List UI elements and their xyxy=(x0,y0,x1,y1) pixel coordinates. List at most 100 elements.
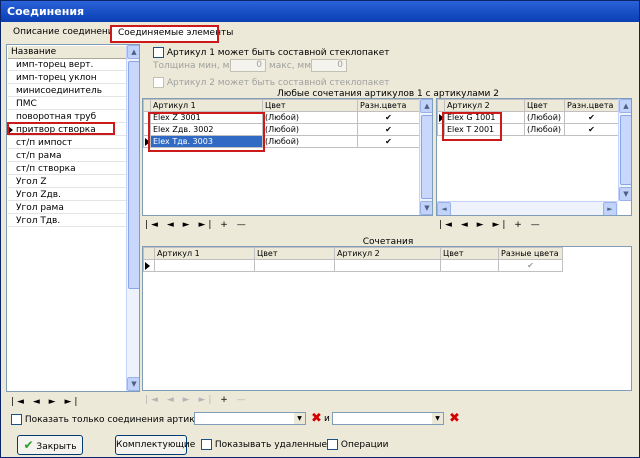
art1-composite-option[interactable]: Артикул 1 может быть составной стеклопак… xyxy=(153,47,390,58)
next-record-icon[interactable]: ► xyxy=(477,220,487,230)
clear-filter2-icon[interactable]: ✖ xyxy=(449,412,460,425)
first-record-icon[interactable]: |◄ xyxy=(145,395,161,405)
last-record-icon[interactable]: ►| xyxy=(198,220,214,230)
art2-composite-checkbox[interactable] xyxy=(153,77,164,88)
col-article2[interactable]: Артикул 2 xyxy=(334,247,441,260)
clear-filter1-icon[interactable]: ✖ xyxy=(311,412,322,425)
first-record-icon[interactable]: |◄ xyxy=(145,220,161,230)
col-diff-colors[interactable]: Разн.цвета xyxy=(564,99,619,112)
last-record-icon[interactable]: ►| xyxy=(198,395,214,405)
delete-record-icon[interactable]: — xyxy=(237,395,249,405)
scroll-thumb[interactable] xyxy=(421,115,432,199)
art1-table-panel[interactable]: Артикул 1 Цвет Разн.цвета Elex Z 3001 (Л… xyxy=(142,98,433,216)
table-row[interactable]: ✔ xyxy=(143,259,563,272)
cell-article1[interactable] xyxy=(154,259,255,272)
cell-color[interactable]: (Любой) xyxy=(524,123,565,136)
list-item[interactable]: ст/п створка xyxy=(8,163,126,175)
thickness-min-field[interactable]: 0 xyxy=(230,59,266,72)
art1-scrollbar[interactable]: ▲ ▼ xyxy=(419,99,432,215)
prev-record-icon[interactable]: ◄ xyxy=(167,220,177,230)
cell-diff-check[interactable]: ✔ xyxy=(498,259,563,272)
list-item[interactable]: Угол рама xyxy=(8,202,126,214)
cell-diff-check[interactable]: ✔ xyxy=(357,135,420,148)
scroll-down-icon[interactable]: ▼ xyxy=(420,201,432,215)
scroll-thumb[interactable] xyxy=(128,61,139,289)
cell-color[interactable]: (Любой) xyxy=(524,111,565,124)
cell-article2[interactable] xyxy=(334,259,441,272)
prev-record-icon[interactable]: ◄ xyxy=(33,397,43,407)
art2-table-panel[interactable]: Артикул 2 Цвет Разн.цвета Elex G 1001 (Л… xyxy=(436,98,632,216)
next-record-icon[interactable]: ► xyxy=(183,395,193,405)
art2-hscrollbar[interactable]: ◄ ► xyxy=(437,201,618,215)
next-record-icon[interactable]: ► xyxy=(49,397,59,407)
cell-article[interactable]: Elex T 2001 xyxy=(444,123,525,136)
operations-option[interactable]: Операции xyxy=(327,439,388,450)
scroll-up-icon[interactable]: ▲ xyxy=(127,45,139,59)
art2-navigator[interactable]: |◄ ◄ ► ►| + — xyxy=(439,220,543,230)
show-deleted-checkbox[interactable] xyxy=(201,439,212,450)
cell-article[interactable]: Elex Z 3001 xyxy=(150,111,263,124)
scroll-up-icon[interactable]: ▲ xyxy=(420,99,432,113)
add-record-icon[interactable]: + xyxy=(220,220,231,230)
first-record-icon[interactable]: |◄ xyxy=(11,397,27,407)
table-row[interactable]: Elex Zдв. 3002 (Любой) ✔ xyxy=(143,123,420,136)
art1-navigator[interactable]: |◄ ◄ ► ►| + — xyxy=(145,220,249,230)
cell-diff-check[interactable]: ✔ xyxy=(564,111,619,124)
cell-color[interactable]: (Любой) xyxy=(262,111,358,124)
list-navigator[interactable]: |◄ ◄ ► ►| xyxy=(11,397,80,407)
col-article1[interactable]: Артикул 1 xyxy=(150,99,263,112)
art2-composite-option[interactable]: Артикул 2 может быть составной стеклопак… xyxy=(153,77,390,88)
article1-filter-select[interactable]: ▼ xyxy=(194,412,306,425)
next-record-icon[interactable]: ► xyxy=(183,220,193,230)
list-item[interactable]: имп-торец верт. xyxy=(8,59,126,71)
scroll-down-icon[interactable]: ▼ xyxy=(127,377,139,391)
cell-color[interactable]: (Любой) xyxy=(262,123,358,136)
col-color1[interactable]: Цвет xyxy=(254,247,335,260)
list-item[interactable]: Угол Тдв. xyxy=(8,215,126,227)
list-item[interactable]: имп-торец уклон xyxy=(8,72,126,84)
list-item[interactable]: поворотная труб xyxy=(8,111,126,123)
list-item[interactable]: ст/п импост xyxy=(8,137,126,149)
cell-diff-check[interactable]: ✔ xyxy=(357,123,420,136)
first-record-icon[interactable]: |◄ xyxy=(439,220,455,230)
thickness-max-field[interactable]: 0 xyxy=(311,59,347,72)
operations-checkbox[interactable] xyxy=(327,439,338,450)
scroll-right-icon[interactable]: ► xyxy=(603,202,617,215)
table-row[interactable]: Elex Z 3001 (Любой) ✔ xyxy=(143,111,420,124)
col-article1[interactable]: Артикул 1 xyxy=(154,247,255,260)
add-record-icon[interactable]: + xyxy=(514,220,525,230)
list-item[interactable]: ст/п рама xyxy=(8,150,126,162)
complectations-button[interactable]: Комплектующие xyxy=(115,435,195,455)
art2-scrollbar[interactable]: ▲ ▼ xyxy=(618,99,631,201)
table-row[interactable]: Elex G 1001 (Любой) ✔ xyxy=(437,111,619,124)
scroll-up-icon[interactable]: ▲ xyxy=(619,99,631,113)
col-color[interactable]: Цвет xyxy=(262,99,358,112)
list-item[interactable]: ПМС xyxy=(8,98,126,110)
delete-record-icon[interactable]: — xyxy=(531,220,543,230)
chevron-down-icon[interactable]: ▼ xyxy=(432,413,443,424)
last-record-icon[interactable]: ►| xyxy=(64,397,80,407)
list-item[interactable]: минисоединитель xyxy=(8,85,126,97)
show-deleted-option[interactable]: Показывать удаленные xyxy=(201,439,327,450)
list-item-selected[interactable]: притвор створка xyxy=(8,124,126,136)
delete-record-icon[interactable]: — xyxy=(237,220,249,230)
close-button[interactable]: ✔ Закрыть xyxy=(17,435,83,455)
prev-record-icon[interactable]: ◄ xyxy=(461,220,471,230)
table-row[interactable]: Elex T 2001 (Любой) ✔ xyxy=(437,123,619,136)
scroll-down-icon[interactable]: ▼ xyxy=(619,187,631,201)
art1-composite-checkbox[interactable] xyxy=(153,47,164,58)
col-color2[interactable]: Цвет xyxy=(440,247,499,260)
combos-navigator[interactable]: |◄ ◄ ► ►| + — xyxy=(145,395,249,405)
cell-diff-check[interactable]: ✔ xyxy=(357,111,420,124)
list-item[interactable]: Угол Z xyxy=(8,176,126,188)
scroll-left-icon[interactable]: ◄ xyxy=(437,202,451,215)
combos-table-panel[interactable]: Артикул 1 Цвет Артикул 2 Цвет Разные цве… xyxy=(142,246,632,391)
add-record-icon[interactable]: + xyxy=(220,395,231,405)
cell-article[interactable]: Elex Тдв. 3003 xyxy=(150,135,263,148)
col-color[interactable]: Цвет xyxy=(524,99,565,112)
prev-record-icon[interactable]: ◄ xyxy=(167,395,177,405)
scroll-thumb[interactable] xyxy=(620,115,631,185)
list-scrollbar[interactable]: ▲ ▼ xyxy=(126,45,139,391)
last-record-icon[interactable]: ►| xyxy=(492,220,508,230)
col-diff-colors[interactable]: Разн.цвета xyxy=(357,99,420,112)
